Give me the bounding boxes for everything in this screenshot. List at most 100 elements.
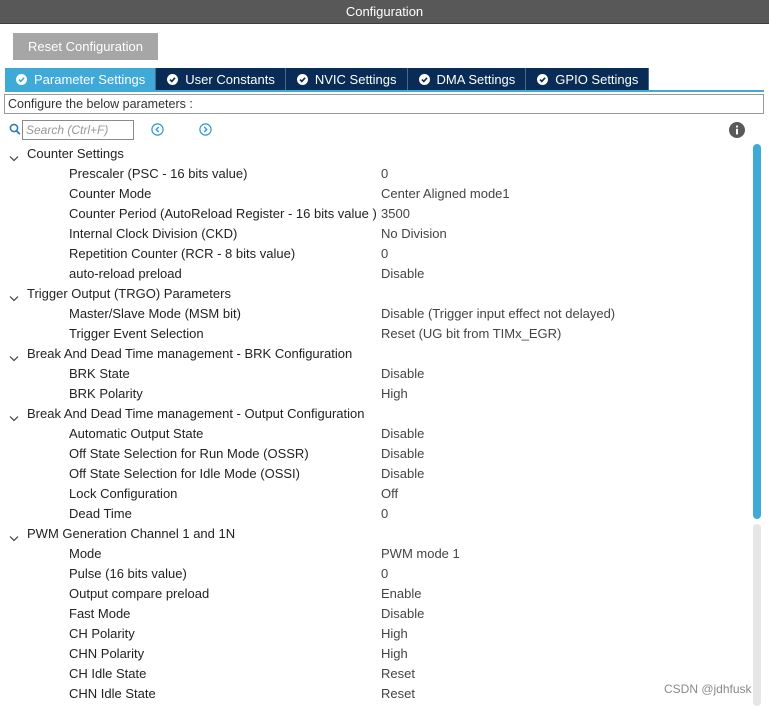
param-row[interactable]: Master/Slave Mode (MSM bit) Disable (Trig… (0, 304, 752, 324)
param-name: Off State Selection for Run Mode (OSSR) (69, 446, 309, 461)
description-bar: Configure the below parameters : (4, 94, 764, 114)
param-value[interactable]: 0 (381, 564, 388, 584)
param-name: Mode (69, 546, 102, 561)
param-name: CH Idle State (69, 666, 147, 681)
param-value[interactable]: Center Aligned mode1 (381, 184, 510, 204)
param-value[interactable]: High (381, 384, 408, 404)
param-value[interactable]: Reset (UG bit from TIMx_EGR) (381, 324, 561, 344)
param-value[interactable]: Disable (381, 264, 424, 284)
param-value[interactable]: 0 (381, 504, 388, 524)
tab-parameter-settings[interactable]: Parameter Settings (5, 68, 157, 90)
param-name: Dead Time (69, 506, 132, 521)
param-row[interactable]: Internal Clock Division (CKD) No Division (0, 224, 752, 244)
param-row[interactable]: Counter Mode Center Aligned mode1 (0, 184, 752, 204)
param-row[interactable]: Dead Time 0 (0, 504, 752, 524)
search-previous-icon[interactable] (151, 123, 164, 139)
param-row[interactable]: Off State Selection for Idle Mode (OSSI)… (0, 464, 752, 484)
param-name: auto-reload preload (69, 266, 182, 281)
param-value[interactable]: Off (381, 484, 398, 504)
search-input[interactable] (22, 120, 134, 140)
tab-user-constants[interactable]: User Constants (156, 68, 286, 90)
check-circle-icon (537, 73, 549, 85)
param-row[interactable]: CH Polarity High (0, 624, 752, 644)
check-circle-icon (167, 73, 179, 85)
tab-label: Parameter Settings (34, 71, 146, 87)
param-row[interactable]: Mode PWM mode 1 (0, 544, 752, 564)
param-name: Internal Clock Division (CKD) (69, 226, 238, 241)
tab-dma-settings[interactable]: DMA Settings (407, 68, 527, 90)
param-value[interactable]: High (381, 624, 408, 644)
param-name: Counter Period (AutoReload Register - 16… (69, 206, 377, 221)
check-circle-icon (418, 73, 430, 85)
param-row[interactable]: BRK State Disable (0, 364, 752, 384)
tab-label: NVIC Settings (314, 71, 397, 87)
param-row[interactable]: Repetition Counter (RCR - 8 bits value) 0 (0, 244, 752, 264)
group-label: Break And Dead Time management - BRK Con… (27, 346, 353, 361)
param-value[interactable]: Disable (381, 364, 424, 384)
param-name: Prescaler (PSC - 16 bits value) (69, 166, 248, 181)
param-name: Lock Configuration (69, 486, 178, 501)
tab-gpio-settings[interactable]: GPIO Settings (526, 68, 650, 90)
param-row[interactable]: Output compare preload Enable (0, 584, 752, 604)
tab-label: User Constants (185, 71, 275, 87)
watermark: CSDN @jdhfusk (664, 682, 752, 696)
group-label: Trigger Output (TRGO) Parameters (27, 286, 231, 301)
param-value[interactable]: 3500 (381, 204, 410, 224)
param-row[interactable]: CH Idle State Reset (0, 664, 752, 684)
group-pwm-channel-1[interactable]: PWM Generation Channel 1 and 1N (0, 524, 752, 544)
param-value[interactable]: Enable (381, 584, 421, 604)
param-value[interactable]: No Division (381, 224, 447, 244)
group-brk-configuration[interactable]: Break And Dead Time management - BRK Con… (0, 344, 752, 364)
param-value[interactable]: PWM mode 1 (381, 544, 460, 564)
param-value[interactable]: High (381, 644, 408, 664)
group-label: Counter Settings (27, 146, 124, 161)
param-name: Trigger Event Selection (69, 326, 204, 341)
param-name: BRK State (69, 366, 130, 381)
param-name: Off State Selection for Idle Mode (OSSI) (69, 466, 300, 481)
check-circle-icon (296, 73, 308, 85)
group-counter-settings[interactable]: Counter Settings (0, 144, 752, 164)
param-row[interactable]: Off State Selection for Run Mode (OSSR) D… (0, 444, 752, 464)
param-row[interactable]: Prescaler (PSC - 16 bits value) 0 (0, 164, 752, 184)
param-name: CH Polarity (69, 626, 135, 641)
param-name: CHN Idle State (69, 686, 156, 701)
info-icon[interactable] (729, 122, 745, 141)
tab-label: DMA Settings (436, 71, 516, 87)
param-row[interactable]: Fast Mode Disable (0, 604, 752, 624)
scrollbar-thumb[interactable] (753, 144, 761, 519)
param-value[interactable]: Disable (381, 464, 424, 484)
param-name: Counter Mode (69, 186, 152, 201)
param-value[interactable]: Disable (381, 444, 424, 464)
param-value[interactable]: 0 (381, 164, 388, 184)
param-value[interactable]: Disable (Trigger input effect not delaye… (381, 304, 615, 324)
param-row[interactable]: CHN Polarity High (0, 644, 752, 664)
reset-configuration-button[interactable]: Reset Configuration (13, 33, 158, 60)
group-label: PWM Generation Channel 1 and 1N (27, 526, 236, 541)
search-next-icon[interactable] (199, 123, 212, 139)
param-row[interactable]: Pulse (16 bits value) 0 (0, 564, 752, 584)
param-row[interactable]: Automatic Output State Disable (0, 424, 752, 444)
param-name: CHN Polarity (69, 646, 145, 661)
param-value[interactable]: Disable (381, 424, 424, 444)
param-value[interactable]: Reset (381, 684, 415, 704)
param-name: Output compare preload (69, 586, 210, 601)
param-value[interactable]: Reset (381, 664, 415, 684)
tab-nvic-settings[interactable]: NVIC Settings (285, 68, 408, 90)
param-row[interactable]: Trigger Event Selection Reset (UG bit fro… (0, 324, 752, 344)
param-value[interactable]: Disable (381, 604, 424, 624)
tab-underline (5, 90, 764, 92)
param-name: BRK Polarity (69, 386, 143, 401)
param-name: Fast Mode (69, 606, 131, 621)
param-row[interactable]: CHN Idle State Reset (0, 684, 752, 704)
param-row[interactable]: Lock Configuration Off (0, 484, 752, 504)
group-trigger-output[interactable]: Trigger Output (TRGO) Parameters (0, 284, 752, 304)
param-row[interactable]: Counter Period (AutoReload Register - 16… (0, 204, 752, 224)
param-row[interactable]: BRK Polarity High (0, 384, 752, 404)
search-icon (9, 123, 21, 139)
group-label: Break And Dead Time management - Output … (27, 406, 365, 421)
param-value[interactable]: 0 (381, 244, 388, 264)
scrollbar-track[interactable] (753, 524, 761, 706)
group-output-configuration[interactable]: Break And Dead Time management - Output … (0, 404, 752, 424)
tab-label: GPIO Settings (555, 71, 639, 87)
param-row[interactable]: auto-reload preload Disable (0, 264, 752, 284)
